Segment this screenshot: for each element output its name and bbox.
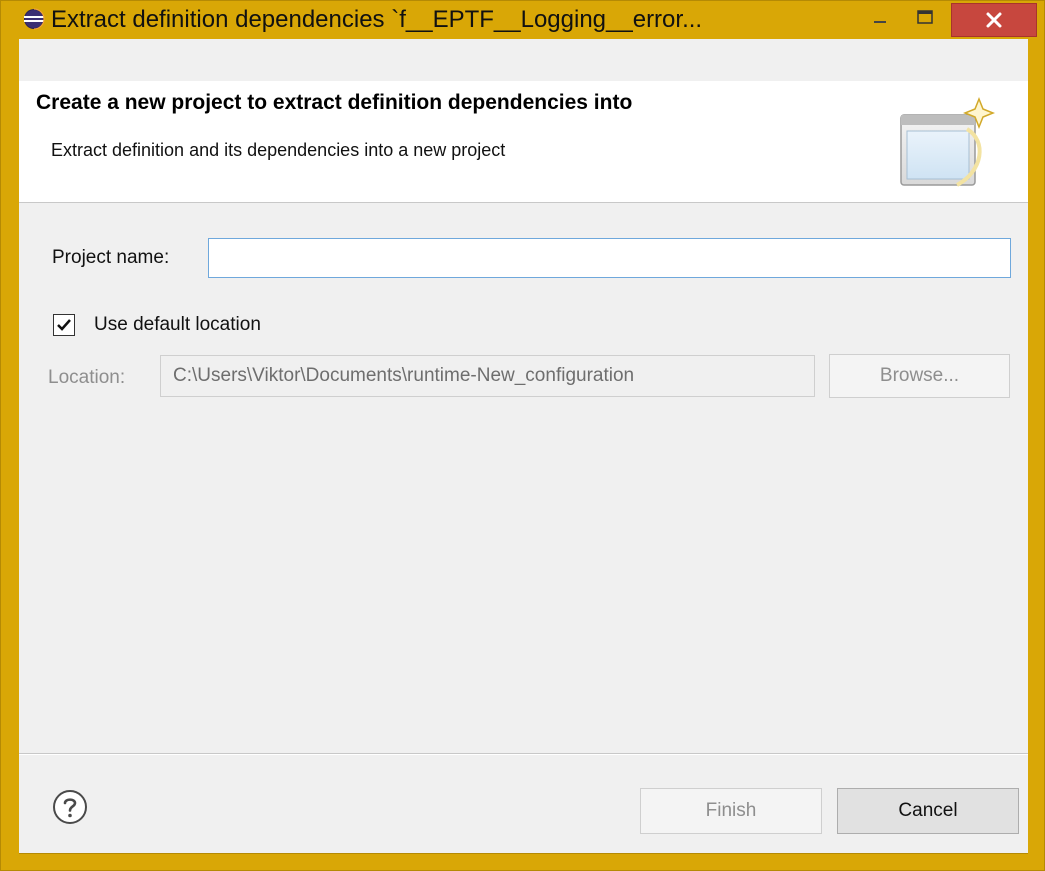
- cancel-button[interactable]: Cancel: [837, 788, 1019, 834]
- location-field: C:\Users\Viktor\Documents\runtime-New_co…: [160, 355, 815, 397]
- window-bottom-edge: [19, 853, 1028, 854]
- help-icon[interactable]: [52, 789, 88, 825]
- project-name-label: Project name:: [52, 247, 170, 268]
- page-description: Extract definition and its dependencies …: [51, 140, 506, 160]
- use-default-location-label[interactable]: Use default location: [94, 314, 261, 336]
- browse-button: Browse...: [829, 354, 1010, 398]
- page-title: Create a new project to extract definiti…: [36, 91, 633, 114]
- maximize-icon[interactable]: [903, 7, 947, 33]
- location-label: Location:: [48, 367, 126, 388]
- eclipse-icon: [24, 8, 45, 30]
- client-area-top: [19, 39, 1028, 83]
- finish-button: Finish: [640, 788, 822, 834]
- minimize-icon[interactable]: [865, 7, 895, 33]
- checkmark-icon: [57, 319, 71, 331]
- window-title: Extract definition dependencies `f__EPTF…: [51, 6, 703, 33]
- dialog-window: Extract definition dependencies `f__EPTF…: [0, 0, 1045, 871]
- footer-divider-highlight: [19, 754, 1028, 755]
- close-icon: [986, 12, 1002, 28]
- new-project-wizard-icon: [900, 96, 996, 187]
- close-button[interactable]: [951, 3, 1037, 37]
- wizard-header: Create a new project to extract definiti…: [19, 81, 1028, 203]
- title-bar[interactable]: Extract definition dependencies `f__EPTF…: [1, 1, 1044, 39]
- project-name-input[interactable]: [208, 238, 1011, 278]
- use-default-location-checkbox[interactable]: [53, 314, 75, 336]
